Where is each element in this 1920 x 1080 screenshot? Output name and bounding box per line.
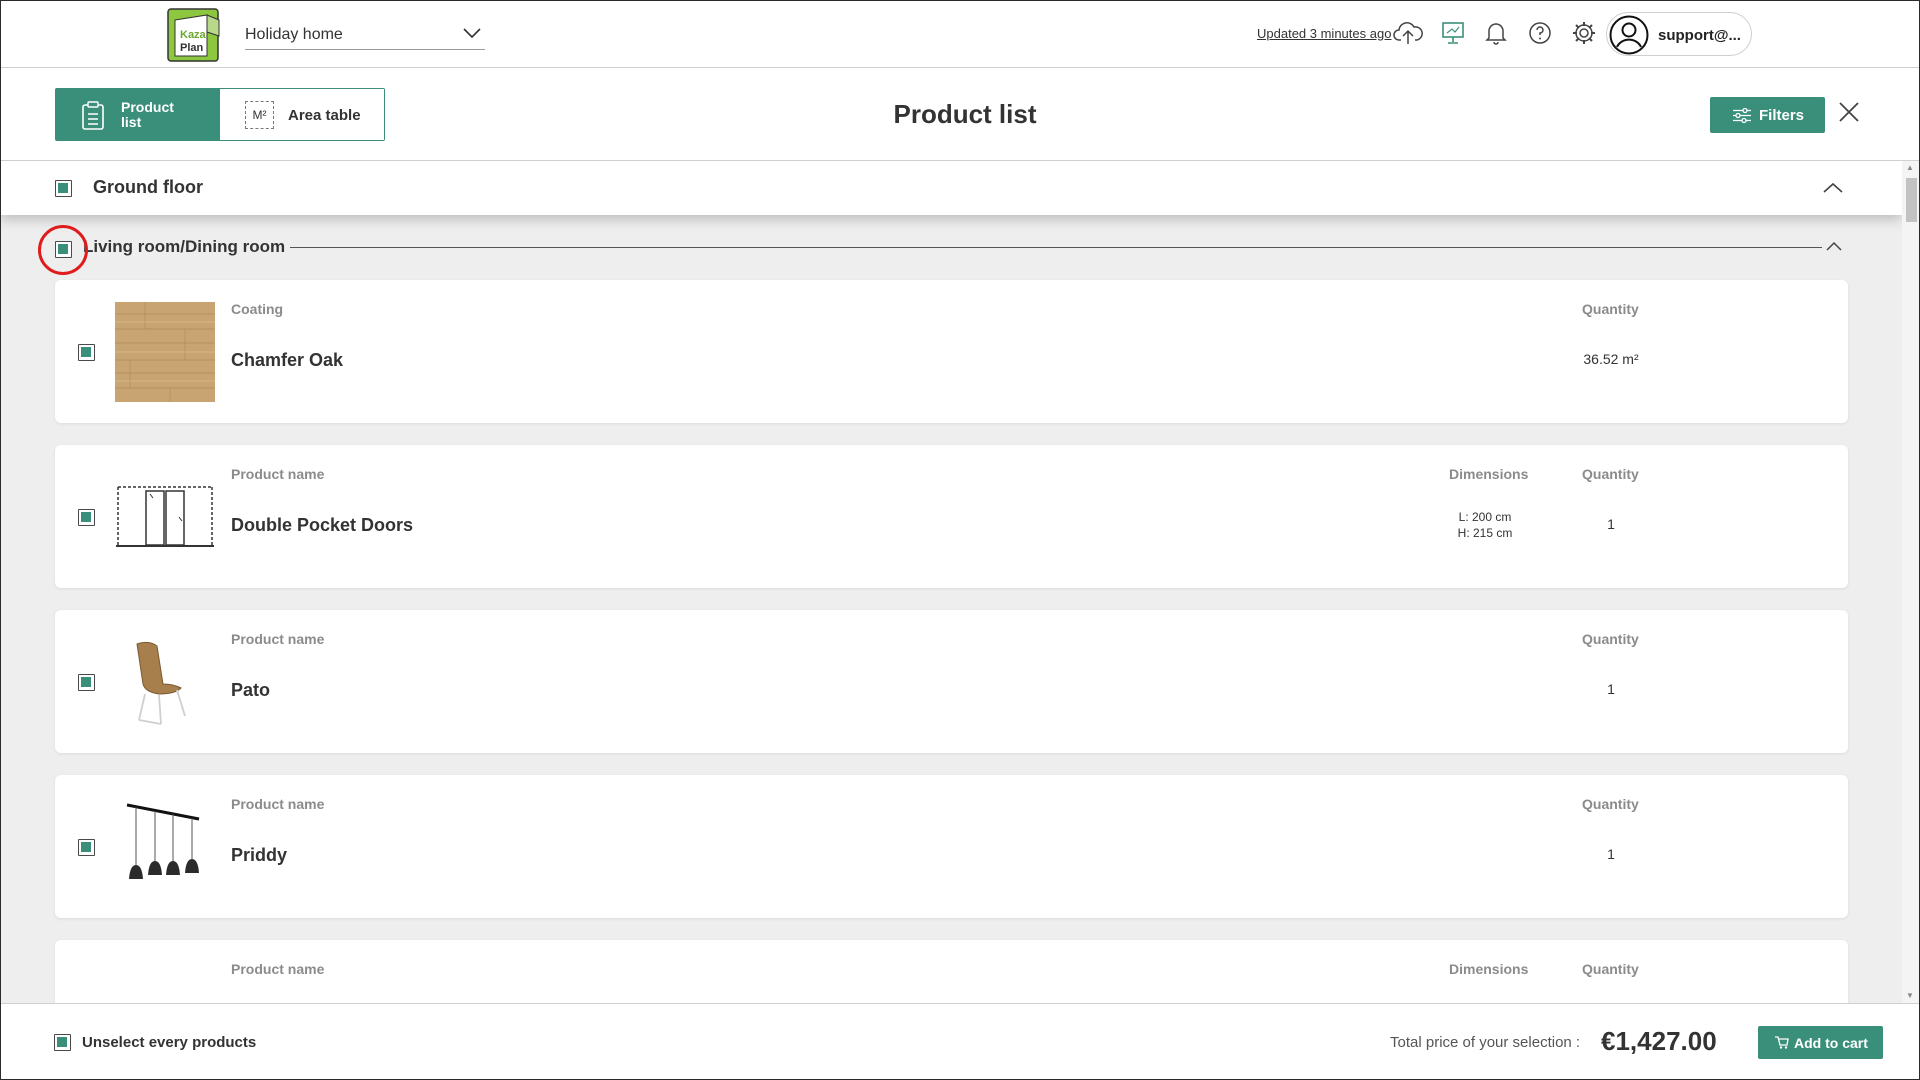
cart-icon xyxy=(1775,1036,1789,1049)
scrollbar-thumb[interactable] xyxy=(1906,178,1917,222)
svg-text:Plan: Plan xyxy=(180,42,204,54)
user-name: support@... xyxy=(1658,27,1741,44)
product-card: Product name Priddy Quantity 1 xyxy=(55,775,1848,918)
add-to-cart-label: Add to cart xyxy=(1794,1035,1868,1051)
help-icon[interactable] xyxy=(1524,17,1556,49)
sliders-icon xyxy=(1733,108,1751,123)
product-label: Product name xyxy=(231,466,325,482)
chevron-up-icon[interactable] xyxy=(1823,182,1843,194)
chevron-up-icon[interactable] xyxy=(1826,241,1842,251)
chevron-down-icon xyxy=(463,28,481,39)
project-selector[interactable]: Holiday home xyxy=(245,20,485,50)
product-name: Pato xyxy=(231,680,271,700)
quantity-label: Quantity xyxy=(1582,796,1639,812)
product-list-panel: Ground floor Living room/Dining room Coa… xyxy=(0,161,1902,1003)
product-card: Product name Double Pocket Doors Dimensi… xyxy=(55,445,1848,588)
top-bar: Kaza Plan Holiday home Updated 3 minutes… xyxy=(0,0,1920,68)
quantity-label: Quantity xyxy=(1582,301,1639,317)
scroll-up-arrow[interactable]: ▲ xyxy=(1906,163,1914,172)
product-checkbox[interactable] xyxy=(78,674,95,691)
scroll-down-arrow[interactable]: ▼ xyxy=(1906,991,1914,1000)
product-name: Priddy xyxy=(231,845,288,865)
quantity-value: 1 xyxy=(1607,681,1615,697)
kazaplan-logo[interactable]: Kaza Plan xyxy=(167,6,223,63)
filters-button[interactable]: Filters xyxy=(1710,97,1825,133)
page-title: Product list xyxy=(893,99,1037,129)
dimensions-label: Dimensions xyxy=(1449,961,1529,977)
floor-checkbox[interactable] xyxy=(55,180,72,197)
bell-icon[interactable] xyxy=(1480,17,1512,49)
dimension-length: L: 200 cm xyxy=(1458,510,1512,524)
product-card: Coating Chamfer Oak Quantity 36.52 m² xyxy=(55,280,1848,423)
quantity-value: 1 xyxy=(1607,846,1615,862)
product-name: Double Pocket Doors xyxy=(231,515,414,535)
product-label: Product name xyxy=(231,631,325,647)
product-thumbnail-chair xyxy=(115,632,215,732)
monitor-icon[interactable] xyxy=(1437,17,1469,49)
room-label: Living room/Dining room xyxy=(83,237,286,256)
total-price-label: Total price of your selection : xyxy=(1390,1034,1581,1051)
product-thumbnail-door-icon xyxy=(115,467,215,567)
product-label: Coating xyxy=(231,301,284,317)
product-card: Product name Dimensions Quantity xyxy=(55,940,1848,1003)
quantity-value: 1 xyxy=(1607,516,1615,532)
close-icon[interactable] xyxy=(1838,101,1860,123)
product-name: Chamfer Oak xyxy=(231,350,344,370)
last-updated-link[interactable]: Updated 3 minutes ago xyxy=(1257,26,1391,41)
room-divider xyxy=(290,247,1822,248)
floor-section-header[interactable]: Ground floor xyxy=(0,161,1902,215)
quantity-label: Quantity xyxy=(1582,961,1639,977)
product-card: Product name Pato Quantity 1 xyxy=(55,610,1848,753)
scrollbar[interactable] xyxy=(1902,161,1920,1003)
user-menu[interactable]: support@... xyxy=(1606,12,1752,56)
dimensions-label: Dimensions xyxy=(1449,466,1529,482)
add-to-cart-button[interactable]: Add to cart xyxy=(1758,1026,1883,1059)
dimension-height: H: 215 cm xyxy=(1457,526,1513,540)
dimensions-value: L: 200 cm H: 215 cm xyxy=(1435,509,1535,541)
quantity-label: Quantity xyxy=(1582,631,1639,647)
project-name: Holiday home xyxy=(245,26,343,43)
gear-icon[interactable] xyxy=(1568,17,1600,49)
unselect-all-checkbox[interactable] xyxy=(54,1034,71,1051)
product-checkbox[interactable] xyxy=(78,344,95,361)
svg-text:Kaza: Kaza xyxy=(180,29,207,41)
floor-label: Ground floor xyxy=(93,177,203,197)
quantity-value: 36.52 m² xyxy=(1583,351,1639,367)
quantity-label: Quantity xyxy=(1582,466,1639,482)
filters-label: Filters xyxy=(1759,107,1805,124)
product-thumbnail-pendant-lamp xyxy=(115,797,215,897)
product-checkbox[interactable] xyxy=(78,839,95,856)
product-checkbox[interactable] xyxy=(78,509,95,526)
product-label: Product name xyxy=(231,961,325,977)
product-thumbnail xyxy=(115,962,215,1003)
product-thumbnail-oak-texture xyxy=(115,302,215,402)
unselect-all-label[interactable]: Unselect every products xyxy=(82,1034,256,1051)
cloud-upload-icon[interactable] xyxy=(1392,17,1424,49)
product-label: Product name xyxy=(231,796,325,812)
avatar-icon xyxy=(1609,15,1649,55)
highlight-ring xyxy=(38,225,88,275)
total-price-value: €1,427.00 xyxy=(1601,1026,1717,1056)
footer-bar: Unselect every products Total price of y… xyxy=(0,1003,1920,1080)
